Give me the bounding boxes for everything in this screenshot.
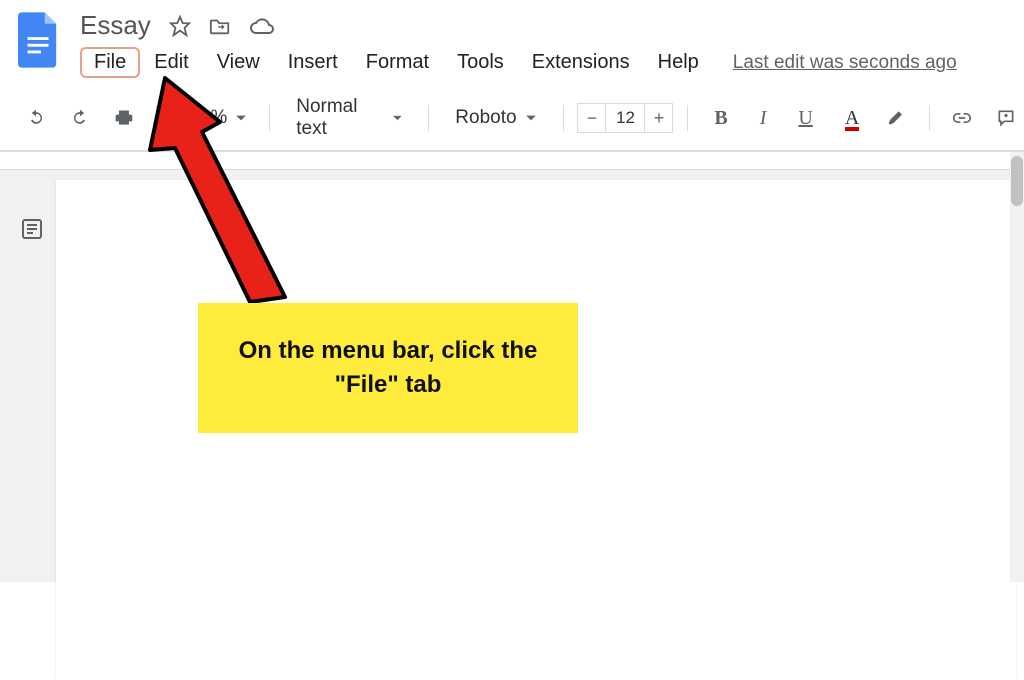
insert-link-icon[interactable]	[952, 107, 972, 129]
docs-logo-icon	[18, 12, 60, 68]
menu-tools[interactable]: Tools	[443, 47, 518, 78]
font-size-value[interactable]: 12	[606, 108, 644, 128]
paragraph-style-select[interactable]: Normal text	[284, 96, 414, 140]
menu-insert[interactable]: Insert	[274, 47, 352, 78]
chevron-down-icon	[235, 112, 247, 124]
menu-file[interactable]: File	[80, 47, 140, 78]
separator	[156, 105, 157, 131]
chevron-down-icon	[392, 112, 403, 124]
print-icon[interactable]	[114, 107, 134, 129]
title-row: Essay	[80, 10, 957, 41]
menu-extensions[interactable]: Extensions	[518, 47, 644, 78]
menu-edit[interactable]: Edit	[140, 47, 202, 78]
separator	[428, 105, 429, 131]
scrollbar-thumb[interactable]	[1011, 156, 1023, 206]
add-comment-icon[interactable]	[996, 107, 1016, 129]
italic-button[interactable]: I	[748, 107, 779, 130]
annotation-callout: On the menu bar, click the "File" tab	[198, 303, 578, 433]
toolbar: 100% Normal text Roboto − 12 + B I U A	[0, 84, 1024, 151]
font-size-increase[interactable]: +	[644, 104, 672, 132]
redo-icon[interactable]	[70, 107, 90, 129]
menu-help[interactable]: Help	[644, 47, 713, 78]
callout-text: On the menu bar, click the "File" tab	[218, 334, 558, 401]
font-size-stepper: − 12 +	[577, 103, 673, 133]
zoom-select[interactable]: 100%	[171, 107, 256, 129]
font-value: Roboto	[455, 107, 516, 129]
separator	[269, 105, 270, 131]
menu-bar: File Edit View Insert Format Tools Exten…	[80, 47, 957, 78]
separator	[929, 105, 930, 131]
menu-format[interactable]: Format	[352, 47, 443, 78]
highlight-icon[interactable]	[887, 107, 907, 129]
move-icon[interactable]	[209, 15, 231, 37]
document-outline-icon[interactable]	[20, 217, 44, 241]
style-value: Normal text	[296, 96, 383, 140]
document-title[interactable]: Essay	[80, 10, 151, 41]
undo-icon[interactable]	[26, 107, 46, 129]
separator	[687, 105, 688, 131]
font-size-decrease[interactable]: −	[578, 104, 606, 132]
underline-button[interactable]: U	[786, 107, 824, 130]
title-area: Essay File Edit View Insert Format Tools…	[80, 10, 957, 78]
zoom-value: 100%	[179, 107, 228, 129]
last-edit-link[interactable]: Last edit was seconds ago	[733, 52, 957, 74]
cloud-saved-icon[interactable]	[249, 15, 275, 37]
header: Essay File Edit View Insert Format Tools…	[0, 0, 1024, 78]
chevron-down-icon	[525, 112, 537, 124]
menu-view[interactable]: View	[203, 47, 274, 78]
horizontal-ruler[interactable]	[0, 152, 1024, 170]
star-icon[interactable]	[169, 15, 191, 37]
text-color-button[interactable]: A	[833, 107, 871, 130]
font-select[interactable]: Roboto	[443, 107, 548, 129]
vertical-scrollbar[interactable]	[1010, 152, 1024, 582]
separator	[563, 105, 564, 131]
bold-button[interactable]: B	[702, 107, 739, 130]
